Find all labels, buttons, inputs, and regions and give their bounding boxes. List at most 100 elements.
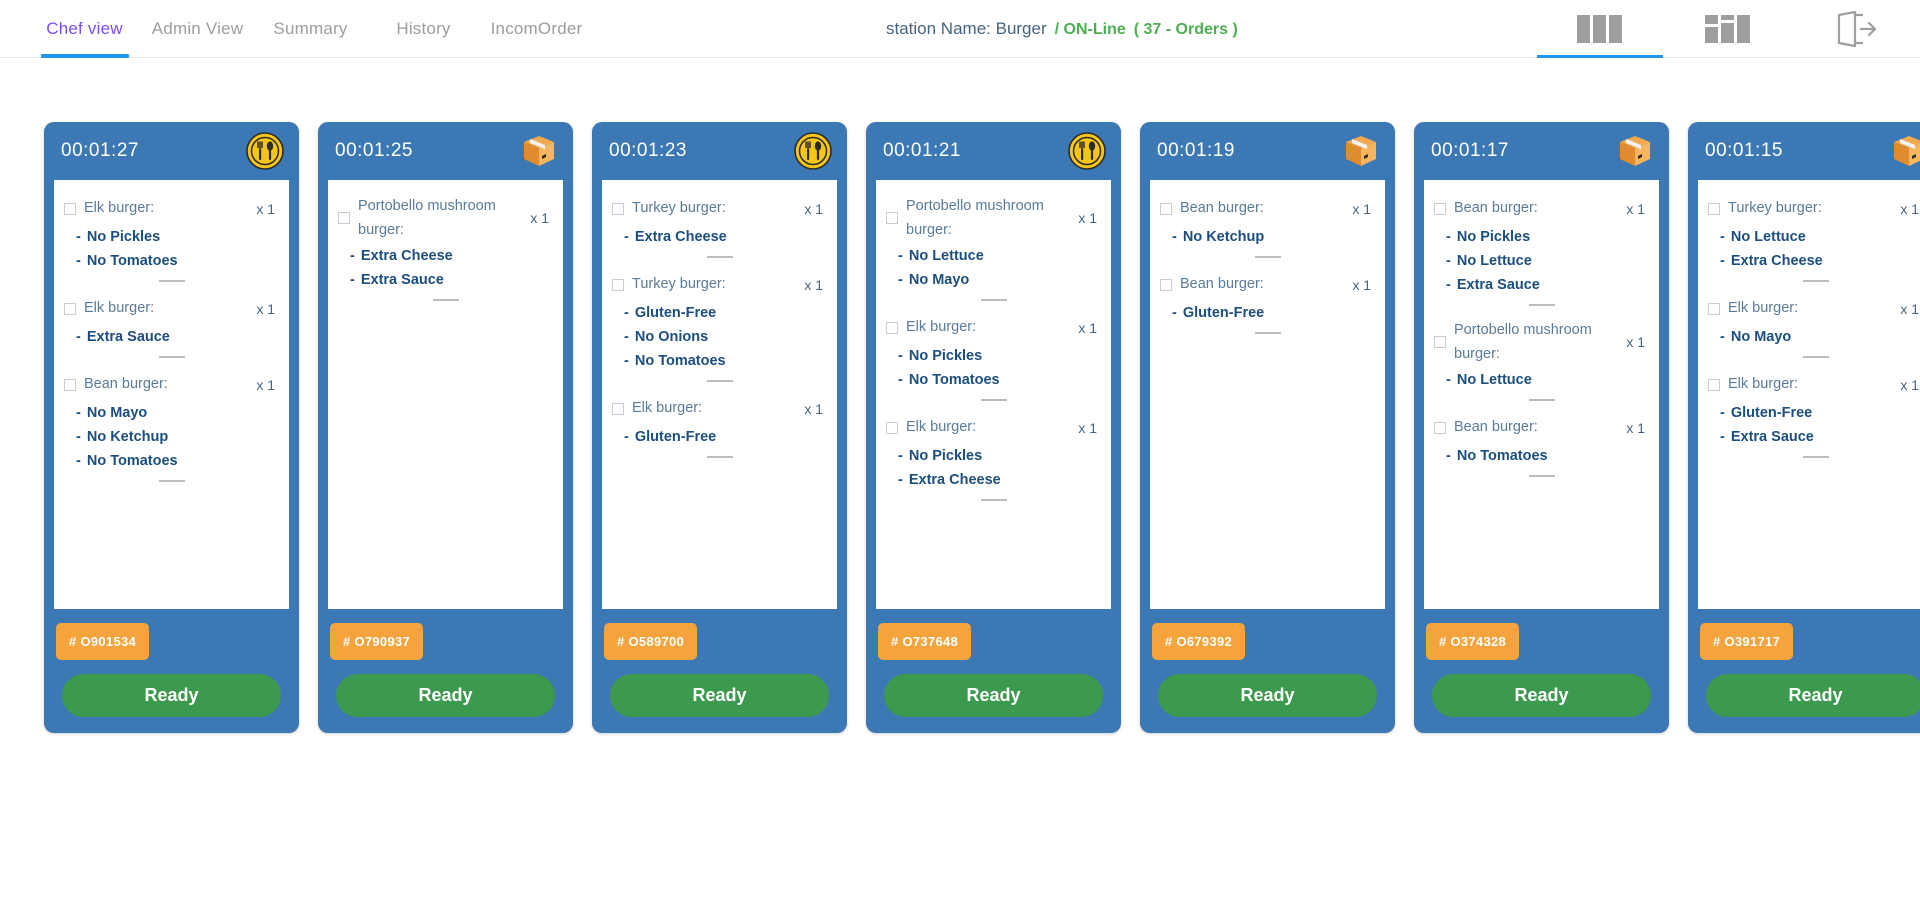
modifier-label: Extra Cheese [360,248,453,264]
line-item-checkbox[interactable] [1160,202,1172,215]
modifier-dash: - [1446,253,1451,269]
line-item-checkbox[interactable] [886,321,898,334]
line-item-name: Bean burger: [1180,200,1264,216]
line-item-separator [1802,280,1829,282]
line-item-separator [706,456,733,458]
modifier: - No Pickles [898,444,1103,468]
line-item-checkbox[interactable] [1434,336,1446,348]
line-item-modifiers: - No Lettuce [1432,366,1651,392]
order-timer: 00:01:15 [1705,140,1783,161]
line-item-quantity: x 1 [804,200,823,217]
line-item-checkbox[interactable] [886,421,898,434]
order-number-badge[interactable]: # O374328 [1426,623,1520,660]
line-item-modifiers: - No Pickles - No Tomatoes [62,223,281,273]
line-item-quantity: x 1 [1352,200,1371,217]
modifier: - Gluten-Free [1720,401,1920,425]
line-item-checkbox[interactable] [1434,421,1446,434]
modifier: - Extra Cheese [1720,249,1920,273]
orders-board: 00:01:27 Elk burger: x 1- No Pickles - No To… [0,58,1920,919]
modifier: - Extra Sauce [350,268,555,292]
ready-button[interactable]: Ready [610,674,829,717]
tab-admin-view[interactable]: Admin View [141,0,254,58]
tab-history[interactable]: History [367,0,480,58]
line-item-quantity: x 1 [804,276,823,293]
line-item-quantity: x 1 [1352,276,1371,293]
modifier: - No Onions [624,325,829,349]
line-item-separator [1528,304,1555,306]
line-item-checkbox[interactable] [1708,378,1720,391]
order-card[interactable]: 00:01:17 Bean burger: x 1- No Pickles - No L… [1414,122,1669,733]
modifier-dash: - [624,229,629,245]
ready-button[interactable]: Ready [336,674,555,717]
line-item-checkbox[interactable] [886,212,898,224]
tab-incomorder[interactable]: IncomOrder [480,0,593,58]
ready-button[interactable]: Ready [1706,674,1920,717]
line-item-header: Elk burger: x 1 [62,194,281,223]
line-item-header: Bean burger: x 1 [62,370,281,399]
line-item-header: Bean burger: x 1 [1432,194,1651,223]
tab-summary[interactable]: Summary [254,0,367,58]
line-item-checkbox[interactable] [612,278,624,291]
ready-button[interactable]: Ready [1158,674,1377,717]
line-item-name: Turkey burger: [632,200,726,216]
ready-button[interactable]: Ready [1432,674,1651,717]
line-item-name: Elk burger: [84,200,155,216]
line-item-checkbox[interactable] [64,378,76,391]
line-item-modifiers: - No Pickles - No Tomatoes [884,342,1103,392]
order-card-header: 00:01:19 [1140,122,1395,180]
order-card[interactable]: 00:01:15 Turkey burger: x 1- No Lettuce - Ex… [1688,122,1920,733]
order-line-item: Bean burger: x 1 - Gluten-Free [1158,270,1377,344]
modifier-label: No Tomatoes [86,453,178,469]
grid-layout-icon[interactable] [1664,0,1792,58]
line-item-checkbox[interactable] [1708,202,1720,215]
line-item-checkbox[interactable] [338,212,350,224]
order-number-badge[interactable]: # O790937 [330,623,424,660]
modifier-dash: - [76,453,81,469]
order-card[interactable]: 00:01:25 Portobello mushroom burger: x 1 -… [318,122,573,733]
order-line-item: Portobello mushroom burger: x 1 - No Lettuc… [884,194,1103,311]
order-items-list: Bean burger: x 1- No Pickles - No Lettuce - Ex… [1424,180,1659,609]
modifier-dash: - [1720,253,1725,269]
line-item-name: Portobello mushroom burger: [906,198,1044,238]
order-line-item: Elk burger: x 1 - No Mayo [1706,294,1920,368]
order-card[interactable]: 00:01:19 Bean burger: x 1- No Ketchup Bean … [1140,122,1395,733]
modifier: - Extra Sauce [76,325,281,349]
order-line-item: Portobello mushroom burger: x 1 - No Lettuc… [1432,318,1651,411]
order-card[interactable]: 00:01:27 Elk burger: x 1- No Pickles - No To… [44,122,299,733]
tab-chef-view[interactable]: Chef view [28,0,141,58]
line-item-checkbox[interactable] [64,202,76,215]
order-number-badge[interactable]: # O391717 [1700,623,1794,660]
tab-label: IncomOrder [490,18,583,38]
line-item-name: Elk burger: [84,300,155,316]
line-item-checkbox[interactable] [612,202,624,215]
line-item-separator [1528,399,1555,401]
line-item-quantity: x 1 [1900,376,1919,393]
ready-button[interactable]: Ready [884,674,1103,717]
modifier-label: No Tomatoes [86,253,178,269]
modifier-label: No Ketchup [1182,229,1265,245]
modifier-label: No Pickles [908,448,983,464]
modifier: - No Lettuce [1720,225,1920,249]
line-item-checkbox[interactable] [64,302,76,315]
line-item-quantity: x 1 [1900,300,1919,317]
logout-icon[interactable] [1792,0,1920,58]
modifier-label: No Lettuce [1730,229,1806,245]
line-item-checkbox[interactable] [1160,278,1172,291]
line-item-checkbox[interactable] [1708,302,1720,315]
order-number-badge[interactable]: # O679392 [1152,623,1246,660]
order-number-badge[interactable]: # O589700 [604,623,698,660]
order-card[interactable]: 00:01:21 Portobello mushroom burger: x 1 -… [866,122,1121,733]
order-number-badge[interactable]: # O737648 [878,623,972,660]
three-column-layout-icon[interactable] [1536,0,1664,58]
line-item-checkbox[interactable] [612,402,624,415]
line-item-quantity: x 1 [1078,319,1097,336]
line-item-checkbox[interactable] [1434,202,1446,215]
modifier-dash: - [624,429,629,445]
tab-label: Summary [273,18,348,38]
order-card-header: 00:01:17 [1414,122,1669,180]
modifier-dash: - [898,372,903,388]
ready-button[interactable]: Ready [62,674,281,717]
order-card[interactable]: 00:01:23 Turkey burger: x 1- Extra Cheese T… [592,122,847,733]
order-number-badge[interactable]: # O901534 [56,623,150,660]
dine-in-icon [1067,131,1107,171]
